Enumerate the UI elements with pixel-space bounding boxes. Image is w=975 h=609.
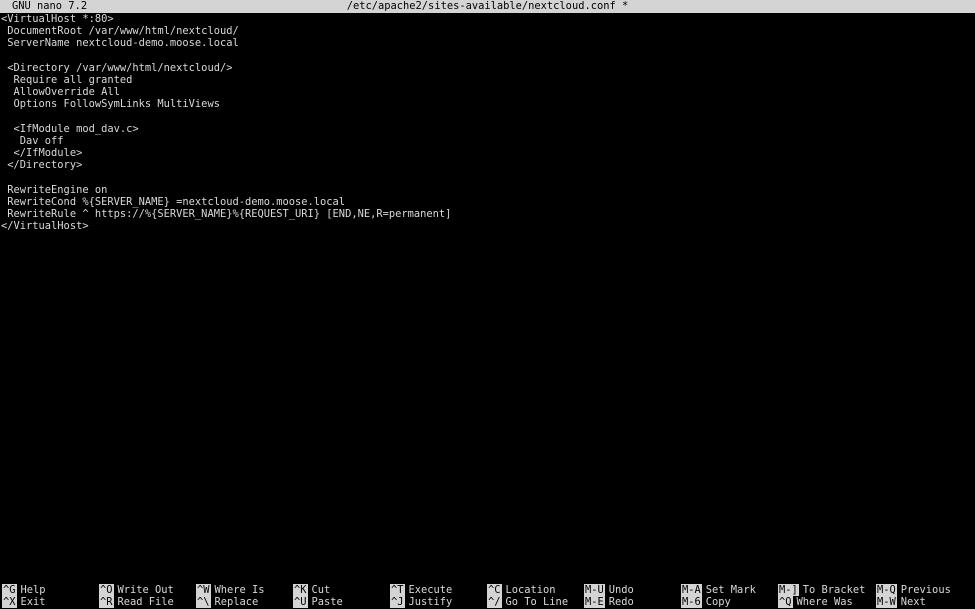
shortcut-justify[interactable]: ^J Justify [390, 596, 452, 608]
shortcut-key: M-Q [876, 584, 897, 596]
editor-line[interactable] [1, 171, 971, 183]
editor-line[interactable] [1, 50, 971, 62]
shortcut-label: Undo [608, 584, 634, 596]
shortcut-key: M-A [681, 584, 702, 596]
shortcut-key: ^R [99, 596, 114, 608]
shortcut-key: M-E [584, 596, 605, 608]
shortcut-key: ^G [2, 584, 17, 596]
shortcut-go-to-line[interactable]: ^/Go To Line [487, 596, 568, 608]
shortcut-cut[interactable]: ^K Cut [293, 584, 330, 596]
shortcut-key: ^C [487, 584, 502, 596]
shortcut-label: Justify [408, 596, 453, 608]
file-path: /etc/apache2/sites-available/nextcloud.c… [346, 0, 629, 12]
editor-line[interactable]: RewriteRule ^ https://%{SERVER_NAME}%{RE… [1, 208, 971, 220]
shortcut-label: Read File [117, 596, 174, 608]
shortcut-label: Set Mark [705, 584, 756, 596]
shortcut-key: ^X [2, 596, 17, 608]
shortcut-write-out[interactable]: ^O Write Out [99, 584, 174, 596]
shortcut-label: Execute [408, 584, 453, 596]
shortcut-key: M-] [778, 584, 799, 596]
title-bar: GNU nano 7.2 /etc/apache2/sites-availabl… [0, 0, 975, 13]
shortcut-key: M-W [876, 596, 897, 608]
shortcut-bar: ^G Help ^O Write Out ^W Where Is ^K Cut ^T Ex… [0, 584, 975, 609]
shortcut-redo[interactable]: M-E Redo [584, 596, 634, 608]
shortcut-key: ^\ [196, 596, 211, 608]
shortcut-next[interactable]: M-W Next [876, 596, 926, 608]
shortcut-set-mark[interactable]: M-A Set Mark [681, 584, 756, 596]
shortcut-key: ^W [196, 584, 211, 596]
shortcut-copy[interactable]: M-6 Copy [681, 596, 731, 608]
editor-text-area[interactable]: <VirtualHost *:80> DocumentRoot /var/www… [1, 13, 971, 573]
shortcut-label: Where Is [214, 584, 265, 596]
shortcut-key: ^/ [487, 596, 502, 608]
shortcut-label: Where Was [796, 596, 853, 608]
shortcut-key: ^J [390, 596, 405, 608]
shortcut-help[interactable]: ^G Help [2, 584, 46, 596]
shortcut-key: ^U [293, 596, 308, 608]
editor-line[interactable]: AllowOverride All [1, 86, 971, 98]
editor-line[interactable] [1, 111, 971, 123]
shortcut-label: Redo [608, 596, 634, 608]
editor-line[interactable]: </VirtualHost> [1, 220, 971, 232]
shortcut-undo[interactable]: M-U Undo [584, 584, 634, 596]
shortcut-label: Cut [311, 584, 331, 596]
shortcut-label: Help [20, 584, 46, 596]
shortcut-label: Previous [900, 584, 951, 596]
shortcut-label: Go To Line [505, 596, 569, 608]
shortcut-execute[interactable]: ^T Execute [390, 584, 452, 596]
shortcut-label: Replace [214, 596, 259, 608]
editor-line[interactable]: DocumentRoot /var/www/html/nextcloud/ [1, 25, 971, 37]
shortcut-label: To Bracket [802, 584, 866, 596]
shortcut-label: Next [900, 596, 926, 608]
shortcut-label: Exit [20, 596, 46, 608]
editor-line[interactable]: ServerName nextcloud-demo.moose.local [1, 37, 971, 49]
shortcut-key: ^O [99, 584, 114, 596]
editor-line[interactable]: Dav off [1, 135, 971, 147]
shortcut-location[interactable]: ^C Location [487, 584, 556, 596]
editor-line[interactable]: Require all granted [1, 74, 971, 86]
shortcut-key: M-U [584, 584, 605, 596]
shortcut-key: ^K [293, 584, 308, 596]
editor-line[interactable]: </Directory> [1, 159, 971, 171]
shortcut-previous[interactable]: M-Q Previous [876, 584, 951, 596]
shortcut-key: M-6 [681, 596, 702, 608]
shortcut-key: ^T [390, 584, 405, 596]
shortcut-where-is[interactable]: ^W Where Is [196, 584, 265, 596]
shortcut-label: Location [505, 584, 556, 596]
editor-line[interactable]: <IfModule mod_dav.c> [1, 123, 971, 135]
shortcut-label: Copy [705, 596, 731, 608]
shortcut-key: ^Q [778, 596, 793, 608]
shortcut-paste[interactable]: ^U Paste [293, 596, 343, 608]
editor-line[interactable]: Options FollowSymLinks MultiViews [1, 98, 971, 110]
shortcut-exit[interactable]: ^X Exit [2, 596, 46, 608]
shortcut-to-bracket[interactable]: M-] To Bracket [778, 584, 865, 596]
shortcut-label: Paste [311, 596, 343, 608]
editor-line[interactable]: RewriteEngine on [1, 184, 971, 196]
shortcut-replace[interactable]: ^\ Replace [196, 596, 258, 608]
editor-line[interactable]: RewriteCond %{SERVER_NAME} =nextcloud-de… [1, 196, 971, 208]
shortcut-label: Write Out [117, 584, 174, 596]
editor-line[interactable]: <VirtualHost *:80> [1, 13, 971, 25]
editor-line[interactable]: </IfModule> [1, 147, 971, 159]
editor-line[interactable]: <Directory /var/www/html/nextcloud/> [1, 62, 971, 74]
shortcut-where-was[interactable]: ^Q Where Was [778, 596, 853, 608]
shortcut-read-file[interactable]: ^R Read File [99, 596, 174, 608]
